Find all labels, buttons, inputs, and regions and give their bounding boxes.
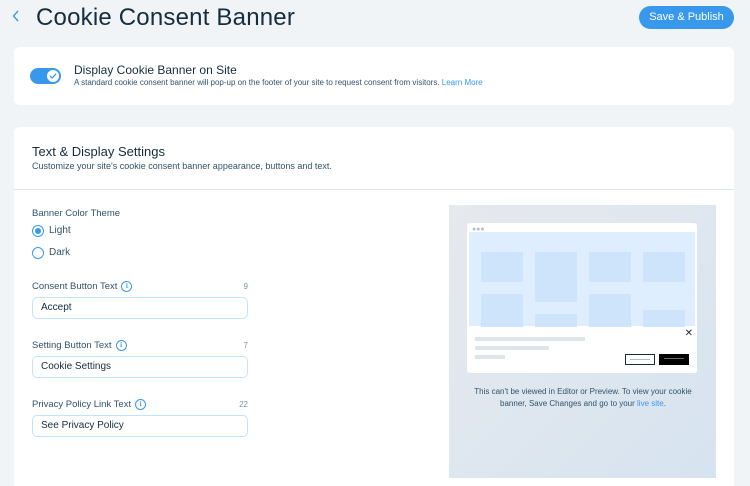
- info-icon[interactable]: i: [135, 399, 147, 410]
- placeholder-line: [475, 337, 585, 341]
- save-publish-button[interactable]: Save & Publish: [639, 6, 734, 29]
- theme-light-radio[interactable]: [32, 225, 44, 237]
- placeholder-line: [475, 346, 549, 350]
- consent-char-count: 9: [243, 282, 248, 291]
- setting-label-text: Setting Button Text: [32, 340, 112, 352]
- learn-more-link[interactable]: Learn More: [442, 78, 483, 87]
- description-text: A standard cookie consent banner will po…: [74, 78, 440, 87]
- privacy-link-text-input[interactable]: See Privacy Policy: [32, 415, 248, 437]
- page-title: Cookie Consent Banner: [36, 4, 296, 31]
- preview-note: This can't be viewed in Editor or Previe…: [463, 386, 703, 410]
- info-icon[interactable]: i: [115, 340, 127, 351]
- preview-page-content: [469, 232, 695, 334]
- preview-accept-button: [659, 354, 689, 365]
- display-banner-title: Display Cookie Banner on Site: [74, 63, 237, 77]
- chevron-left-icon[interactable]: [12, 10, 26, 26]
- banner-preview: ● ● ● ✕ This can't be viewed in Editor o…: [449, 205, 716, 478]
- display-banner-toggle[interactable]: [30, 68, 61, 84]
- checkmark-icon: [49, 73, 57, 79]
- theme-dark-label: Dark: [49, 247, 71, 258]
- privacy-label-text: Privacy Policy Link Text: [32, 399, 132, 411]
- close-icon: ✕: [684, 328, 693, 339]
- preview-note-period: .: [663, 399, 666, 408]
- preview-settings-button: [625, 354, 655, 365]
- privacy-char-count: 22: [239, 400, 248, 409]
- toggle-knob: [47, 70, 59, 82]
- display-banner-card: Display Cookie Banner on Site A standard…: [14, 47, 734, 105]
- setting-label: Setting Button Text i: [32, 340, 127, 351]
- section-subtitle: Customize your site's cookie consent ban…: [32, 161, 332, 171]
- page-header: Cookie Consent Banner Save & Publish: [0, 0, 750, 40]
- privacy-label: Privacy Policy Link Text i: [32, 399, 147, 411]
- consent-button-text-input[interactable]: Accept: [32, 297, 248, 319]
- setting-char-count: 7: [243, 341, 248, 350]
- setting-button-text-input[interactable]: Cookie Settings: [32, 356, 248, 378]
- consent-label-text: Consent Button Text: [32, 281, 118, 293]
- text-display-settings-card: Text & Display Settings Customize your s…: [14, 127, 734, 486]
- display-banner-description: A standard cookie consent banner will po…: [74, 78, 483, 87]
- theme-light-label: Light: [49, 225, 71, 236]
- theme-label: Banner Color Theme: [32, 208, 121, 219]
- info-icon[interactable]: i: [121, 281, 133, 292]
- live-site-link[interactable]: live site: [637, 399, 664, 408]
- divider: [14, 189, 734, 190]
- preview-cookie-banner: ✕: [467, 327, 697, 373]
- theme-dark-radio[interactable]: [32, 247, 44, 259]
- placeholder-line: [475, 355, 505, 359]
- section-title: Text & Display Settings: [32, 144, 165, 159]
- consent-label: Consent Button Text i: [32, 281, 133, 293]
